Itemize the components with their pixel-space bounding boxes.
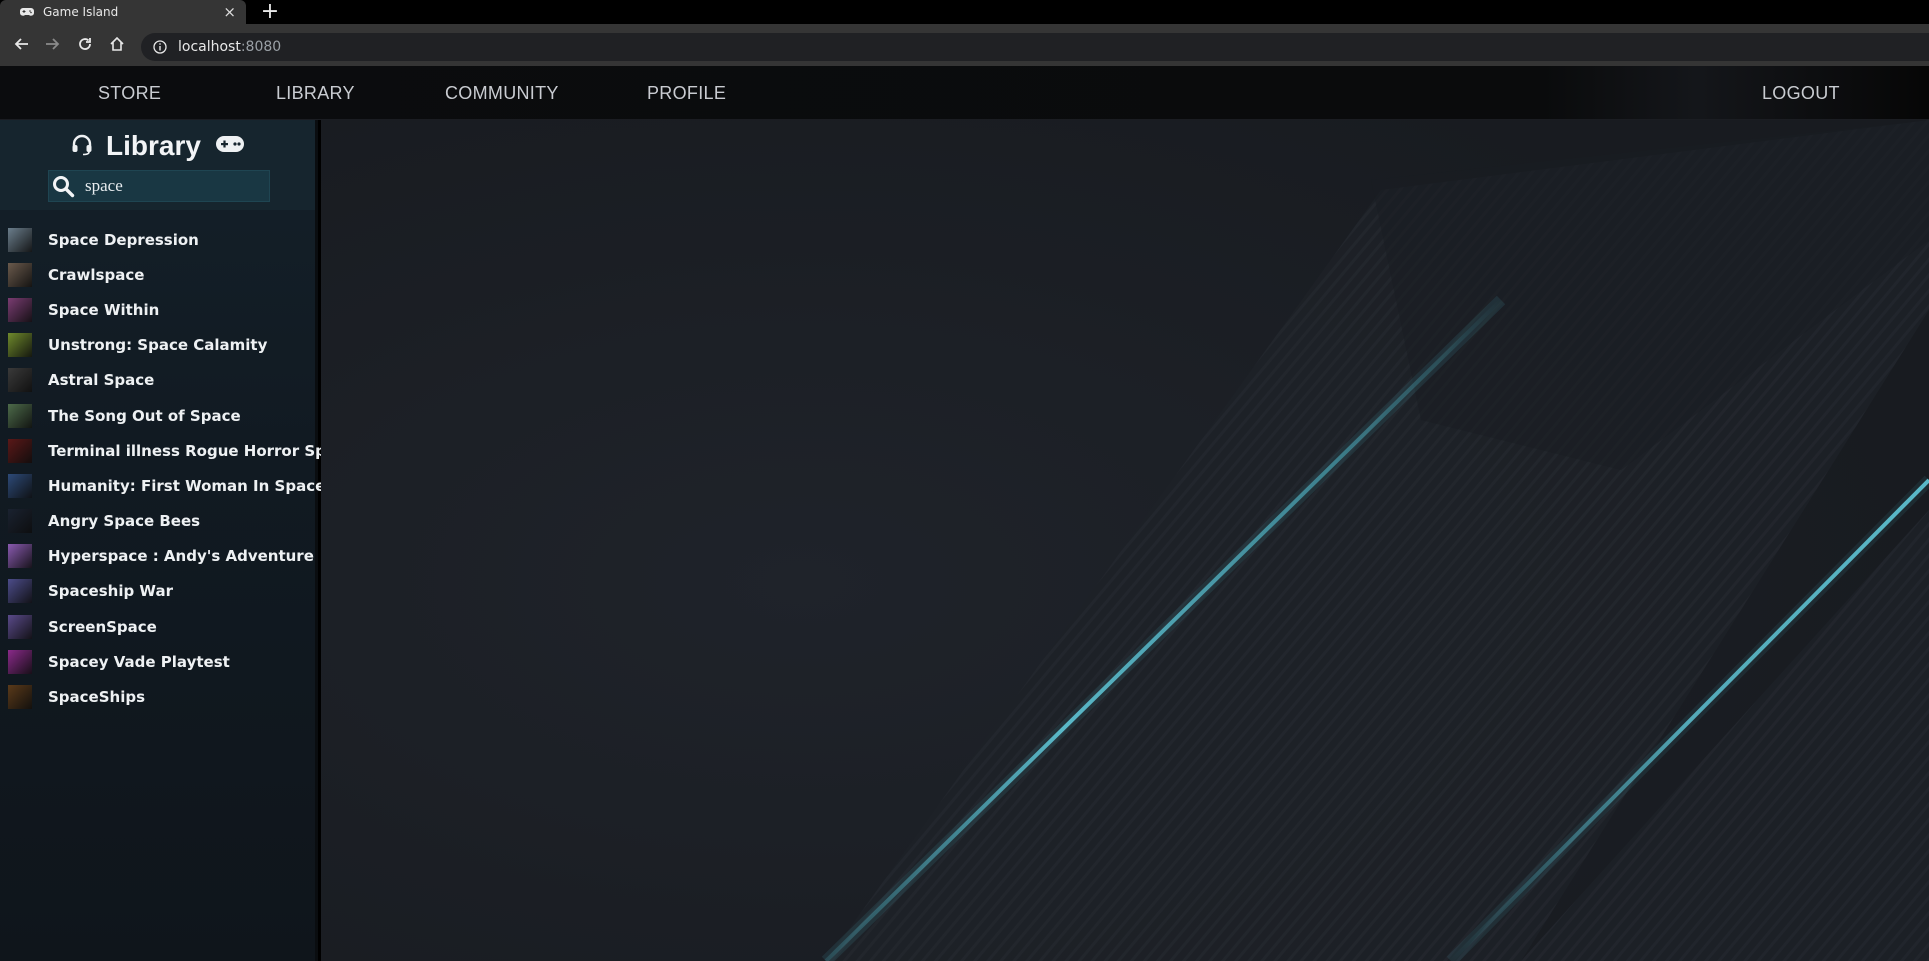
game-thumbnail xyxy=(8,333,32,358)
new-tab-button[interactable]: + xyxy=(258,1,282,23)
close-tab-icon[interactable]: × xyxy=(223,3,236,21)
list-item[interactable]: ScreenSpace xyxy=(0,609,315,644)
nav-library[interactable]: LIBRARY xyxy=(276,66,355,120)
game-name: Angry Space Bees xyxy=(48,512,201,531)
game-name: Hyperspace : Andy's Adventure xyxy=(48,547,314,566)
game-thumbnail xyxy=(8,649,32,674)
nav-profile[interactable]: PROFILE xyxy=(647,66,726,120)
library-search[interactable] xyxy=(48,170,270,202)
gamepad-icon xyxy=(20,5,34,19)
library-sidebar: Library Space DepressionCrawlspaceSpace … xyxy=(0,120,355,961)
main-content xyxy=(321,120,1929,961)
url-host: localhost xyxy=(178,39,241,55)
game-name: Astral Space xyxy=(48,371,155,390)
list-item[interactable]: Humanity: First Woman In Space xyxy=(0,468,325,503)
list-item[interactable]: Terminal illness Rogue Horror Space xyxy=(0,433,355,468)
nav-logout[interactable]: LOGOUT xyxy=(1762,66,1840,120)
list-item[interactable]: Crawlspace xyxy=(0,257,315,292)
game-thumbnail xyxy=(8,509,32,534)
forward-icon[interactable] xyxy=(42,33,64,55)
gamepad-icon xyxy=(215,134,245,159)
list-item[interactable]: The Song Out of Space xyxy=(0,398,315,433)
list-item[interactable]: Space Depression xyxy=(0,222,315,257)
search-input[interactable] xyxy=(85,176,255,196)
game-thumbnail xyxy=(8,579,32,604)
nav-community[interactable]: COMMUNITY xyxy=(445,66,559,120)
sidebar-header: Library xyxy=(0,120,315,210)
tab-title: Game Island xyxy=(43,5,119,19)
home-icon[interactable] xyxy=(106,33,128,55)
game-thumbnail xyxy=(8,544,32,569)
game-name: Humanity: First Woman In Space xyxy=(48,476,326,495)
game-name: Terminal illness Rogue Horror Space xyxy=(48,441,356,460)
game-thumbnail xyxy=(8,438,32,463)
game-thumbnail xyxy=(8,473,32,498)
background-art xyxy=(321,120,1929,961)
back-icon[interactable] xyxy=(10,33,32,55)
headset-icon xyxy=(70,132,94,161)
game-thumbnail xyxy=(8,262,32,287)
game-name: ScreenSpace xyxy=(48,617,157,636)
game-name: Space Within xyxy=(48,300,160,319)
game-thumbnail xyxy=(8,403,32,428)
game-thumbnail xyxy=(8,614,32,639)
search-icon xyxy=(51,174,75,198)
game-name: SpaceShips xyxy=(48,688,146,707)
library-title: Library xyxy=(106,130,201,161)
game-thumbnail xyxy=(8,227,32,252)
address-bar[interactable]: localhost:8080 xyxy=(141,33,1929,61)
list-item[interactable]: Space Within xyxy=(0,292,315,327)
game-thumbnail xyxy=(8,368,32,393)
library-title-row: Library xyxy=(70,128,245,164)
nav-store[interactable]: STORE xyxy=(98,66,161,120)
game-name: Spaceship War xyxy=(48,582,173,601)
url-port: :8080 xyxy=(240,39,282,55)
list-item[interactable]: Spaceship War xyxy=(0,574,315,609)
game-name: The Song Out of Space xyxy=(48,406,241,425)
reload-icon[interactable] xyxy=(74,33,96,55)
game-name: Crawlspace xyxy=(48,265,145,284)
browser-tabstrip: Game Island × + xyxy=(0,0,1929,24)
app-nav: STORE LIBRARY COMMUNITY PROFILE LOGOUT xyxy=(0,66,1929,120)
list-item[interactable]: Angry Space Bees xyxy=(0,504,315,539)
list-item[interactable]: Astral Space xyxy=(0,363,315,398)
game-name: Spacey Vade Playtest xyxy=(48,652,230,671)
info-icon[interactable] xyxy=(152,39,168,55)
list-item[interactable]: Spacey Vade Playtest xyxy=(0,644,315,679)
list-item[interactable]: SpaceShips xyxy=(0,679,315,714)
game-name: Unstrong: Space Calamity xyxy=(48,336,268,355)
game-name: Space Depression xyxy=(48,230,199,249)
game-thumbnail xyxy=(8,685,32,710)
list-item[interactable]: Hyperspace : Andy's Adventure xyxy=(0,539,315,574)
game-thumbnail xyxy=(8,297,32,322)
list-item[interactable]: Unstrong: Space Calamity xyxy=(0,328,315,363)
game-list: Space Depression Crawlspace Space Within Un… xyxy=(0,222,355,715)
browser-tab[interactable]: Game Island × xyxy=(0,0,246,24)
